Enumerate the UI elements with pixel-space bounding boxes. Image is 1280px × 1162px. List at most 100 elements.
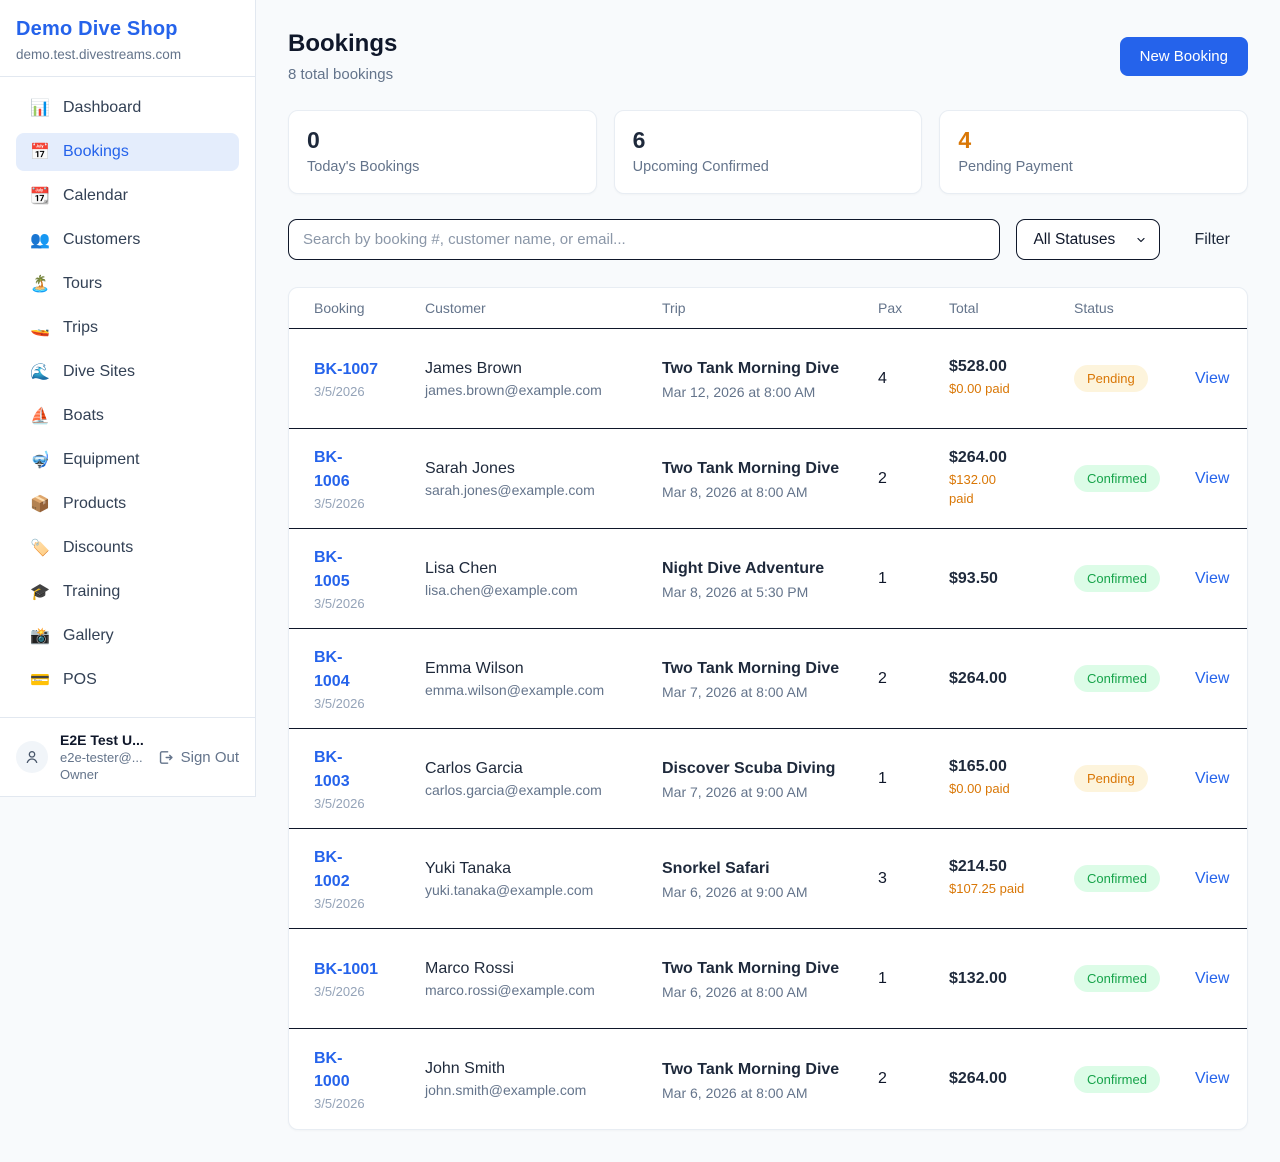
column-header-status: Status — [1074, 300, 1195, 316]
status-badge: Pending — [1074, 365, 1148, 392]
package-icon: 📦 — [30, 494, 50, 514]
search-input[interactable] — [288, 219, 1000, 260]
new-booking-button[interactable]: New Booking — [1120, 37, 1248, 76]
sidebar-item-dashboard[interactable]: 📊 Dashboard — [16, 89, 239, 127]
table-row: BK- 1002 3/5/2026 Yuki Tanaka yuki.tanak… — [289, 829, 1247, 929]
trip-cell: Snorkel Safari Mar 6, 2026 at 9:00 AM — [662, 857, 878, 900]
actions-cell: View — [1195, 670, 1243, 688]
main-content: Bookings 8 total bookings New Booking 0 … — [256, 0, 1280, 1160]
booking-cell: BK- 1003 3/5/2026 — [314, 746, 425, 810]
status-cell: Confirmed — [1074, 565, 1195, 592]
brand-name: Demo Dive Shop — [16, 18, 239, 41]
sidebar-item-customers[interactable]: 👥 Customers — [16, 221, 239, 259]
column-header-booking: Booking — [314, 300, 425, 316]
trip-name: Two Tank Morning Dive — [662, 957, 847, 981]
pax-cell: 2 — [878, 670, 949, 688]
booking-id-link[interactable]: BK- 1002 — [314, 846, 411, 892]
table-header-row: Booking Customer Trip Pax Total Status — [289, 288, 1247, 329]
view-link[interactable]: View — [1195, 1070, 1229, 1087]
sidebar-item-training[interactable]: 🎓 Training — [16, 573, 239, 611]
stat-card-todays-bookings: 0 Today's Bookings — [288, 110, 597, 194]
status-select-value: All Statuses — [1033, 231, 1115, 249]
trip-name: Two Tank Morning Dive — [662, 357, 847, 381]
booking-date: 3/5/2026 — [314, 496, 411, 511]
booking-cell: BK- 1006 3/5/2026 — [314, 446, 425, 510]
user-name: E2E Test U... — [60, 732, 145, 748]
stat-value: 6 — [633, 127, 904, 154]
customer-email: lisa.chen@example.com — [425, 582, 648, 598]
sign-out-button[interactable]: Sign Out — [157, 749, 239, 766]
column-header-total: Total — [949, 300, 1074, 316]
sidebar-item-products[interactable]: 📦 Products — [16, 485, 239, 523]
view-link[interactable]: View — [1195, 670, 1229, 687]
column-header-trip: Trip — [662, 300, 878, 316]
status-cell: Confirmed — [1074, 665, 1195, 692]
label-tag-icon: 🏷️ — [30, 538, 50, 558]
stat-value: 0 — [307, 127, 578, 154]
stat-label: Pending Payment — [958, 159, 1229, 175]
customer-cell: Yuki Tanaka yuki.tanaka@example.com — [425, 860, 662, 898]
status-badge: Confirmed — [1074, 565, 1160, 592]
customer-email: marco.rossi@example.com — [425, 982, 648, 998]
total-amount: $264.00 — [949, 449, 1060, 467]
page-title: Bookings — [288, 30, 397, 58]
filter-button[interactable]: Filter — [1176, 231, 1248, 249]
sidebar-nav: 📊 Dashboard 📅 Bookings 📆 Calendar 👥 Cust… — [0, 77, 255, 717]
credit-card-icon: 💳 — [30, 670, 50, 690]
page-header: Bookings 8 total bookings New Booking — [288, 30, 1248, 83]
total-cell: $264.00 — [949, 1070, 1074, 1088]
booking-id-link[interactable]: BK- 1000 — [314, 1047, 411, 1093]
view-link[interactable]: View — [1195, 470, 1229, 487]
sidebar-item-label: Dive Sites — [63, 363, 135, 381]
sidebar-item-label: Equipment — [63, 451, 140, 469]
pax-cell: 1 — [878, 770, 949, 788]
user-avatar — [16, 741, 48, 773]
booking-cell: BK- 1005 3/5/2026 — [314, 546, 425, 610]
total-amount: $528.00 — [949, 358, 1060, 376]
actions-cell: View — [1195, 370, 1243, 388]
booking-cell: BK- 1002 3/5/2026 — [314, 846, 425, 910]
sailboat-icon: ⛵ — [30, 406, 50, 426]
sidebar-item-tours[interactable]: 🏝️ Tours — [16, 265, 239, 303]
camera-icon: 📸 — [30, 626, 50, 646]
view-link[interactable]: View — [1195, 970, 1229, 987]
view-link[interactable]: View — [1195, 370, 1229, 387]
view-link[interactable]: View — [1195, 870, 1229, 887]
booking-cell: BK- 1004 3/5/2026 — [314, 646, 425, 710]
view-link[interactable]: View — [1195, 770, 1229, 787]
sidebar-item-gallery[interactable]: 📸 Gallery — [16, 617, 239, 655]
status-cell: Pending — [1074, 365, 1195, 392]
status-select[interactable]: All Statuses — [1016, 219, 1160, 260]
sidebar-item-trips[interactable]: 🚤 Trips — [16, 309, 239, 347]
sidebar-item-calendar[interactable]: 📆 Calendar — [16, 177, 239, 215]
status-badge: Confirmed — [1074, 1066, 1160, 1093]
booking-id-link[interactable]: BK- 1005 — [314, 546, 411, 592]
trip-datetime: Mar 7, 2026 at 8:00 AM — [662, 684, 864, 700]
user-info: E2E Test U... e2e-tester@... Owner — [60, 732, 145, 782]
customer-cell: Emma Wilson emma.wilson@example.com — [425, 660, 662, 698]
sidebar-item-dive-sites[interactable]: 🌊 Dive Sites — [16, 353, 239, 391]
sidebar-item-equipment[interactable]: 🤿 Equipment — [16, 441, 239, 479]
total-cell: $528.00 $0.00 paid — [949, 358, 1074, 398]
sidebar-item-boats[interactable]: ⛵ Boats — [16, 397, 239, 435]
bar-chart-icon: 📊 — [30, 98, 50, 118]
sidebar-item-pos[interactable]: 💳 POS — [16, 661, 239, 699]
customer-name: Marco Rossi — [425, 960, 648, 978]
customer-email: yuki.tanaka@example.com — [425, 882, 648, 898]
sidebar-item-bookings[interactable]: 📅 Bookings — [16, 133, 239, 171]
trip-datetime: Mar 6, 2026 at 9:00 AM — [662, 884, 864, 900]
sign-out-label: Sign Out — [181, 749, 239, 766]
booking-id-link[interactable]: BK-1001 — [314, 958, 411, 981]
trip-datetime: Mar 7, 2026 at 9:00 AM — [662, 784, 864, 800]
booking-id-link[interactable]: BK- 1003 — [314, 746, 411, 792]
booking-id-link[interactable]: BK- 1004 — [314, 646, 411, 692]
booking-id-link[interactable]: BK-1007 — [314, 358, 411, 381]
booking-id-link[interactable]: BK- 1006 — [314, 446, 411, 492]
total-amount: $264.00 — [949, 1070, 1060, 1088]
total-cell: $132.00 — [949, 970, 1074, 988]
trip-datetime: Mar 8, 2026 at 8:00 AM — [662, 484, 864, 500]
trip-datetime: Mar 8, 2026 at 5:30 PM — [662, 584, 864, 600]
view-link[interactable]: View — [1195, 570, 1229, 587]
sidebar-item-discounts[interactable]: 🏷️ Discounts — [16, 529, 239, 567]
booking-date: 3/5/2026 — [314, 796, 411, 811]
